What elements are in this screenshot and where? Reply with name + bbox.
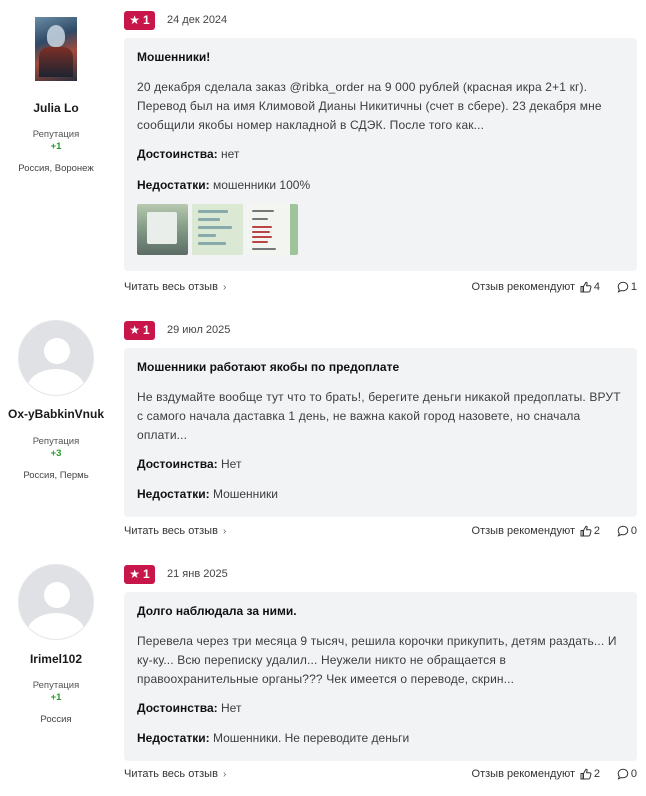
image-thumbnail[interactable] xyxy=(247,204,298,255)
image-thumbnail[interactable] xyxy=(137,204,188,255)
thumbs-up-icon xyxy=(580,525,592,537)
review-title[interactable]: Мошенники работают якобы по предоплате xyxy=(137,360,624,374)
review-text: Перевела через три месяца 9 тысяч, решил… xyxy=(137,634,617,686)
review-title[interactable]: Долго наблюдала за ними. xyxy=(137,604,624,618)
recommend-label: Отзыв рекомендуют xyxy=(471,525,575,537)
read-more-link[interactable]: Читать весь отзыв › xyxy=(124,768,226,780)
review-card: Мошенники! 20 декабря сделала заказ @rib… xyxy=(124,38,637,271)
chevron-right-icon: › xyxy=(222,282,227,293)
comment-icon xyxy=(617,525,629,537)
recommend-label: Отзыв рекомендуют xyxy=(471,768,575,780)
review-author: Julia Lo Репутация +1 Россия, Воронеж xyxy=(0,17,112,174)
review-title[interactable]: Мошенники! xyxy=(137,50,624,64)
comment-icon xyxy=(617,768,629,780)
review-footer: Читать весь отзыв › Отзыв рекомендуют 4 1 xyxy=(124,281,637,297)
reputation-label: Репутация xyxy=(32,680,80,691)
thumbs-up-icon xyxy=(580,281,592,293)
review-date: 21 янв 2025 xyxy=(167,568,228,580)
comment-icon xyxy=(617,281,629,293)
review-text: 20 декабря сделала заказ @ribka_order на… xyxy=(137,80,602,132)
rating-badge: ★ 1 xyxy=(124,320,155,340)
rating-badge: ★ 1 xyxy=(124,10,155,30)
review-card: Мошенники работают якобы по предоплате Н… xyxy=(124,348,637,517)
read-more-link[interactable]: Читать весь отзыв › xyxy=(124,525,226,537)
comments-button[interactable]: 0 xyxy=(617,525,637,537)
review-footer: Читать весь отзыв › Отзыв рекомендуют 2 0 xyxy=(124,768,637,784)
reputation-value: +1 xyxy=(50,692,62,703)
rating-badge: ★ 1 xyxy=(124,564,155,584)
reputation-label: Репутация xyxy=(32,129,80,140)
advantages-line: Достоинства: нет xyxy=(137,147,240,161)
star-icon: ★ xyxy=(129,567,141,581)
comments-button[interactable]: 1 xyxy=(617,281,637,293)
author-name[interactable]: Ox-yBabkinVnuk xyxy=(0,407,112,421)
disadvantages-line: Недостатки: Мошенники xyxy=(137,487,278,501)
avatar[interactable] xyxy=(18,564,94,640)
review-footer: Читать весь отзыв › Отзыв рекомендуют 2 0 xyxy=(124,525,637,541)
disadvantages-line: Недостатки: мошенники 100% xyxy=(137,178,311,192)
advantages-line: Достоинства: Нет xyxy=(137,457,242,471)
reputation-value: +1 xyxy=(50,141,62,152)
comments-button[interactable]: 0 xyxy=(617,768,637,780)
review-text: Не вздумайте вообще тут что то брать!, б… xyxy=(137,390,621,442)
like-button[interactable]: 4 xyxy=(580,281,600,293)
review-author: Ox-yBabkinVnuk Репутация +3 Россия, Перм… xyxy=(0,320,112,481)
review-images xyxy=(137,204,624,255)
thumbs-up-icon xyxy=(580,768,592,780)
like-button[interactable]: 2 xyxy=(580,525,600,537)
review-card: Долго наблюдала за ними. Перевела через … xyxy=(124,592,637,761)
author-location: Россия, Пермь xyxy=(23,470,89,481)
author-location: Россия xyxy=(40,714,72,725)
disadvantages-line: Недостатки: Мошенники. Не переводите ден… xyxy=(137,731,410,745)
review-date: 24 дек 2024 xyxy=(167,14,228,26)
avatar[interactable] xyxy=(18,320,94,396)
reputation-label: Репутация xyxy=(32,436,80,447)
author-location: Россия, Воронеж xyxy=(18,163,94,174)
review-author: Irimel102 Репутация +1 Россия xyxy=(0,564,112,725)
chevron-right-icon: › xyxy=(222,769,227,780)
chevron-right-icon: › xyxy=(222,526,227,537)
image-thumbnail[interactable] xyxy=(192,204,243,255)
recommend-label: Отзыв рекомендуют xyxy=(471,281,575,293)
star-icon: ★ xyxy=(129,323,141,337)
review-date: 29 июл 2025 xyxy=(167,324,231,336)
like-button[interactable]: 2 xyxy=(580,768,600,780)
reputation-value: +3 xyxy=(50,448,62,459)
avatar[interactable] xyxy=(35,17,77,81)
advantages-line: Достоинства: Нет xyxy=(137,701,242,715)
author-name[interactable]: Julia Lo xyxy=(0,101,112,115)
author-name[interactable]: Irimel102 xyxy=(0,652,112,666)
star-icon: ★ xyxy=(129,13,141,27)
read-more-link[interactable]: Читать весь отзыв › xyxy=(124,281,226,293)
